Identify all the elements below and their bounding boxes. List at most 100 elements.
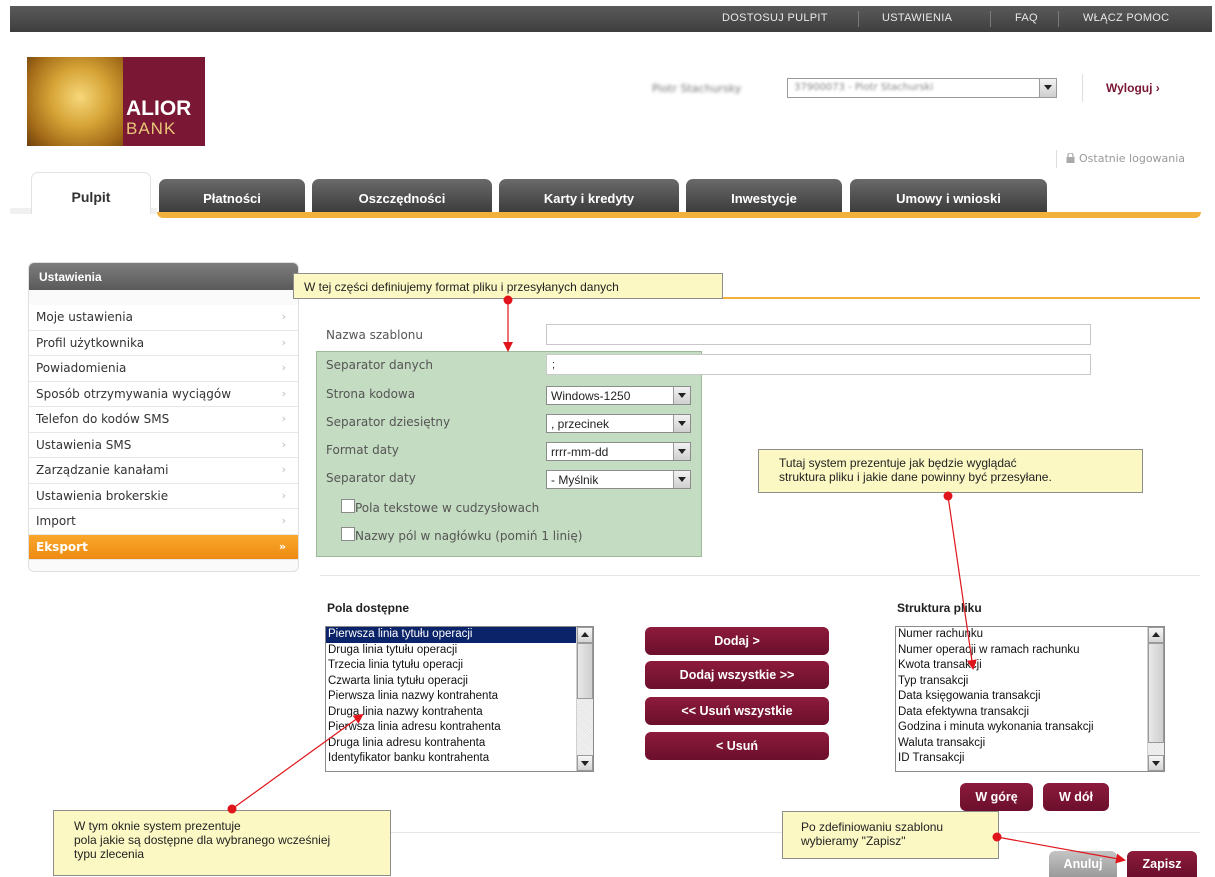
codepage-select[interactable]: Windows-1250 (546, 386, 691, 405)
sidebar-item-sms-phone[interactable]: Telefon do kodów SMS › (29, 407, 298, 433)
sidebar-item-label: Zarządzanie kanałami (36, 463, 169, 477)
account-select[interactable]: 37900073 - Piotr Stachurski (787, 78, 1057, 98)
sidebar-item-sms-settings[interactable]: Ustawienia SMS › (29, 432, 298, 458)
list-item[interactable]: Data księgowania transakcji (896, 689, 1164, 705)
list-item[interactable]: Druga linia tytułu operacji (326, 643, 593, 659)
settings-link[interactable]: USTAWIENIA (882, 12, 952, 24)
remove-button[interactable]: < Usuń (645, 732, 829, 760)
scrollbar-thumb[interactable] (1148, 643, 1164, 743)
list-item[interactable]: Druga linia adresu kontrahenta (326, 736, 593, 752)
settings-sidebar: Ustawienia Moje ustawienia › Profil użytk… (28, 262, 299, 572)
save-button[interactable]: Zapisz (1127, 851, 1197, 877)
chevron-down-icon[interactable] (673, 443, 690, 460)
add-all-button[interactable]: Dodaj wszystkie >> (645, 661, 829, 689)
remove-all-button[interactable]: << Usuń wszystkie (645, 697, 829, 725)
list-item[interactable]: Data efektywna transakcji (896, 705, 1164, 721)
top-nav-divider (990, 11, 991, 27)
sidebar-title: Ustawienia (29, 263, 298, 290)
file-structure-scrollbar[interactable] (1147, 627, 1164, 771)
date-separator-select[interactable]: - Myślnik (546, 470, 691, 489)
sidebar-item-brokerage[interactable]: Ustawienia brokerskie › (29, 483, 298, 509)
quoted-fields-checkbox[interactable] (341, 499, 355, 513)
codepage-select-value: Windows-1250 (551, 389, 631, 403)
callout-format: W tej części definiujemy format pliku i … (293, 273, 723, 299)
sidebar-item-label: Eksport (36, 539, 88, 554)
customize-desktop-link[interactable]: DOSTOSUJ PULPIT (722, 12, 828, 24)
quoted-fields-label: Pola tekstowe w cudzysłowach (355, 501, 540, 515)
chevron-down-icon[interactable] (673, 415, 690, 432)
date-format-select[interactable]: rrrr-mm-dd (546, 442, 691, 461)
list-item[interactable]: ID Transakcji (896, 751, 1164, 767)
section-divider (320, 575, 1200, 576)
move-up-button[interactable]: W górę (960, 783, 1033, 811)
account-select-value: 37900073 - Piotr Stachurski (794, 82, 934, 93)
available-fields-list[interactable]: Pierwsza linia tytułu operacji Druga lin… (325, 626, 594, 772)
chevron-down-icon[interactable] (673, 471, 690, 488)
scroll-down-icon[interactable] (577, 755, 593, 771)
list-item[interactable]: Numer rachunku (896, 627, 1164, 643)
chevron-right-icon: › (281, 412, 286, 425)
last-logins-link[interactable]: Ostatnie logowania (1079, 152, 1185, 165)
data-separator-input[interactable] (546, 354, 1091, 375)
sidebar-item-label: Profil użytkownika (36, 335, 145, 350)
callout-available-fields: W tym oknie system prezentuje pola jakie… (53, 810, 391, 876)
cancel-button[interactable]: Anuluj (1049, 851, 1117, 877)
chevron-down-icon[interactable] (673, 387, 690, 404)
file-structure-list[interactable]: Numer rachunku Numer operacji w ramach r… (895, 626, 1165, 772)
sidebar-item-export[interactable]: Eksport » (29, 534, 298, 560)
chevron-right-icon: › (281, 488, 286, 502)
sidebar-item-label: Powiadomienia (36, 361, 127, 375)
available-fields-title: Pola dostępne (327, 601, 410, 615)
sidebar-item-channels[interactable]: Zarządzanie kanałami › (29, 458, 298, 484)
list-item[interactable]: Czwarta linia tytułu operacji (326, 674, 593, 690)
date-separator-select-value: - Myślnik (551, 473, 599, 487)
scrollbar-thumb[interactable] (577, 643, 593, 699)
tab-umowy-i-wnioski[interactable]: Umowy i wnioski (850, 179, 1047, 212)
list-item[interactable]: Pierwsza linia adresu kontrahenta (326, 720, 593, 736)
scroll-up-icon[interactable] (577, 627, 593, 643)
tab-karty-i-kredyty[interactable]: Karty i kredyty (499, 179, 679, 212)
list-item[interactable]: Pierwsza linia nazwy kontrahenta (326, 689, 593, 705)
scroll-up-icon[interactable] (1148, 627, 1164, 643)
header-names-checkbox[interactable] (341, 527, 355, 541)
logout-link[interactable]: Wyloguj › (1106, 81, 1160, 95)
list-item[interactable]: Pierwsza linia tytułu operacji (326, 627, 593, 643)
tab-inwestycje[interactable]: Inwestycje (686, 179, 842, 212)
arrow-to-format-panel (503, 295, 513, 352)
decimal-separator-select[interactable]: , przecinek (546, 414, 691, 433)
add-button[interactable]: Dodaj > (645, 627, 829, 655)
tab-pulpit[interactable]: Pulpit (31, 172, 151, 214)
sidebar-item-import[interactable]: Import › (29, 509, 298, 535)
sidebar-item-my-settings[interactable]: Moje ustawienia › (29, 305, 298, 331)
list-item[interactable]: Godzina i minuta wykonania transakcji (896, 720, 1164, 736)
chevron-down-icon[interactable] (1039, 79, 1056, 97)
list-item[interactable]: Identyfikator banku kontrahenta (326, 751, 593, 767)
chevron-right-icon: › (281, 361, 286, 374)
tab-platnosci[interactable]: Płatności (159, 179, 305, 212)
bank-logo[interactable]: ALIOR BANK (27, 57, 205, 146)
move-down-button[interactable]: W dół (1043, 783, 1109, 811)
help-toggle-link[interactable]: WŁĄCZ POMOC (1083, 12, 1169, 24)
date-separator-label: Separator daty (326, 471, 416, 485)
template-name-input[interactable] (546, 324, 1091, 345)
sidebar-item-user-profile[interactable]: Profil użytkownika › (29, 330, 298, 356)
faq-link[interactable]: FAQ (1015, 12, 1038, 24)
available-fields-scrollbar[interactable] (576, 627, 593, 771)
scroll-down-icon[interactable] (1148, 755, 1164, 771)
list-item[interactable]: Typ transakcji (896, 674, 1164, 690)
template-name-label: Nazwa szablonu (326, 328, 424, 342)
list-item[interactable]: Trzecia linia tytułu operacji (326, 658, 593, 674)
sidebar-item-notifications[interactable]: Powiadomienia › (29, 356, 298, 382)
list-item[interactable]: Druga linia nazwy kontrahenta (326, 705, 593, 721)
top-nav-divider (1058, 11, 1059, 27)
section-divider (320, 832, 1200, 833)
list-item[interactable]: Kwota transakcji (896, 658, 1164, 674)
file-structure-title: Struktura pliku (897, 601, 982, 615)
lock-icon (1066, 153, 1075, 163)
sidebar-item-label: Ustawienia brokerskie (36, 488, 169, 503)
tab-oszczednosci[interactable]: Oszczędności (312, 179, 492, 212)
list-item[interactable]: Waluta transakcji (896, 736, 1164, 752)
sidebar-item-statements[interactable]: Sposób otrzymywania wyciągów › (29, 381, 298, 407)
list-item[interactable]: Numer operacji w ramach rachunku (896, 643, 1164, 659)
chevron-right-icon: › (281, 386, 286, 400)
